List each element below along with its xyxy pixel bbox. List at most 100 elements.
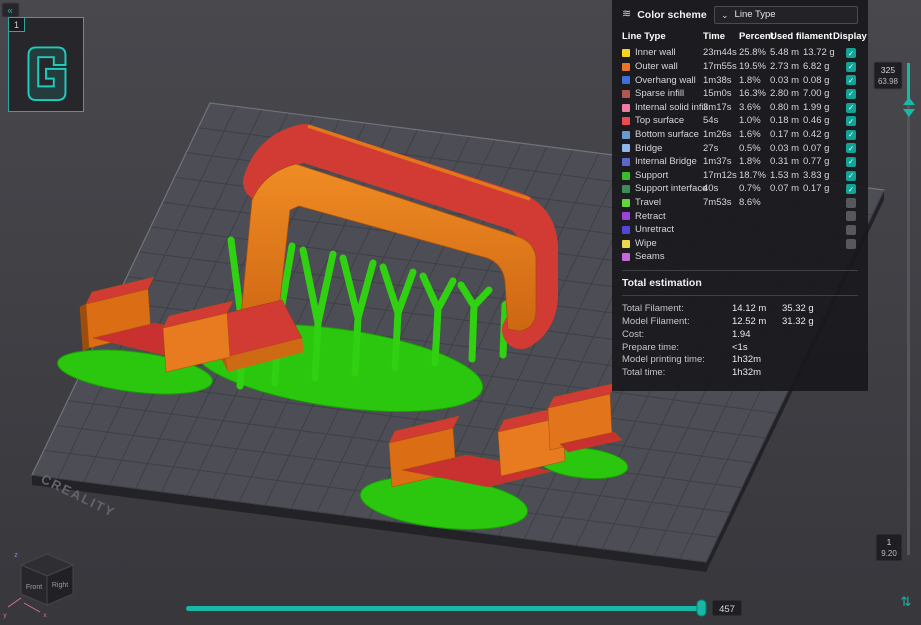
time-value: 1m26s (703, 129, 739, 140)
total-label: Model printing time: (622, 354, 732, 365)
color-swatch (622, 185, 630, 193)
line-type-label: Support (635, 170, 703, 181)
collapse-glyph: « (7, 6, 13, 17)
header-time: Time (703, 31, 739, 42)
time-value: 1m38s (703, 75, 739, 86)
display-checkbox[interactable]: ✓ (846, 62, 856, 72)
time-value: 23m44s (703, 47, 739, 58)
line-type-label: Unretract (635, 224, 703, 235)
total-value-1: 1.94 (732, 329, 782, 340)
slicer-preview-window: CREALITY (0, 0, 921, 625)
step-slider-handle[interactable] (697, 600, 706, 616)
color-scheme-dropdown[interactable]: ⌄ Line Type (714, 6, 858, 24)
total-value-1: <1s (732, 342, 782, 353)
view-cube-front-label[interactable]: Front (26, 584, 42, 591)
line-type-label: Support interface (635, 183, 703, 194)
filament-weight-value: 0.42 g (803, 129, 833, 140)
panel-title: Color scheme (637, 9, 706, 22)
color-swatch (622, 117, 630, 125)
display-checkbox[interactable]: ✓ (846, 89, 856, 99)
percent-value: 18.7% (739, 170, 770, 181)
display-checkbox[interactable] (846, 239, 856, 249)
filament-length-value: 0.17 m (770, 129, 803, 140)
collapse-panel-icon[interactable]: « (2, 3, 19, 17)
view-cube-right-label[interactable]: Right (52, 582, 68, 589)
filament-weight-value: 13.72 g (803, 47, 833, 58)
percent-value: 16.3% (739, 88, 770, 99)
color-swatch (622, 63, 630, 71)
percent-value: 1.6% (739, 129, 770, 140)
time-value: 15m0s (703, 88, 739, 99)
layer-slider-range (907, 63, 910, 99)
filament-weight-value: 0.17 g (803, 183, 833, 194)
line-type-label: Overhang wall (635, 75, 703, 86)
percent-value: 1.8% (739, 156, 770, 167)
percent-value: 0.5% (739, 143, 770, 154)
filament-weight-value: 6.82 g (803, 61, 833, 72)
color-swatch (622, 144, 630, 152)
layer-top-number: 325 (881, 65, 895, 75)
display-checkbox[interactable]: ✓ (846, 116, 856, 126)
color-swatch (622, 49, 630, 57)
header-display: Display (833, 31, 868, 42)
color-scheme-panel: ≋ Color scheme ⌄ Line Type Line Type Tim… (612, 0, 868, 391)
table-row: Support interface40s0.7%0.07 m0.17 g✓ (622, 182, 858, 196)
total-row: Model printing time:1h32m (622, 354, 858, 367)
percent-value: 19.5% (739, 61, 770, 72)
filament-weight-value: 1.99 g (803, 102, 833, 113)
display-checkbox[interactable]: ✓ (846, 48, 856, 58)
display-checkbox[interactable]: ✓ (846, 75, 856, 85)
display-checkbox[interactable] (846, 211, 856, 221)
display-checkbox[interactable]: ✓ (846, 184, 856, 194)
total-row: Total time:1h32m (622, 366, 858, 379)
total-row: Model Filament:12.52 m31.32 g (622, 315, 858, 328)
table-row: Wipe (622, 237, 858, 251)
display-checkbox[interactable] (846, 225, 856, 235)
table-row: Overhang wall1m38s1.8%0.03 m0.08 g✓ (622, 74, 858, 88)
layer-slider-track[interactable] (907, 63, 910, 555)
table-row: Top surface54s1.0%0.18 m0.46 g✓ (622, 114, 858, 128)
color-swatch (622, 90, 630, 98)
percent-value: 0.7% (739, 183, 770, 194)
time-value: 54s (703, 115, 739, 126)
filament-weight-value: 0.46 g (803, 115, 833, 126)
panel-header: ≋ Color scheme ⌄ Line Type (622, 6, 858, 24)
percent-value: 25.8% (739, 47, 770, 58)
time-value: 1m37s (703, 156, 739, 167)
time-value: 17m12s (703, 170, 739, 181)
filament-length-value: 0.31 m (770, 156, 803, 167)
time-value: 27s (703, 143, 739, 154)
total-label: Prepare time: (622, 342, 732, 353)
line-type-label: Internal Bridge (635, 156, 703, 167)
display-checkbox[interactable]: ✓ (846, 130, 856, 140)
scroll-layers-icon[interactable]: ⇅ (901, 594, 912, 609)
filament-length-value: 5.48 m (770, 47, 803, 58)
table-row: Inner wall23m44s25.8%5.48 m13.72 g✓ (622, 46, 858, 60)
filament-length-value: 0.07 m (770, 183, 803, 194)
filament-length-value: 0.03 m (770, 143, 803, 154)
chevron-down-icon: ⌄ (721, 10, 729, 21)
color-swatch (622, 226, 630, 234)
line-type-label: Bottom surface (635, 129, 703, 140)
display-checkbox[interactable]: ✓ (846, 171, 856, 181)
table-row: Bottom surface1m26s1.6%0.17 m0.42 g ✓ (622, 128, 858, 142)
table-row: Support17m12s18.7%1.53 m3.83 g✓ (622, 169, 858, 183)
line-type-label: Seams (635, 251, 703, 262)
color-swatch (622, 76, 630, 84)
display-checkbox[interactable] (846, 198, 856, 208)
total-label: Total Filament: (622, 303, 732, 314)
display-checkbox[interactable]: ✓ (846, 103, 856, 113)
line-type-table-body: Inner wall23m44s25.8%5.48 m13.72 g✓Outer… (622, 46, 858, 264)
display-checkbox[interactable]: ✓ (846, 143, 856, 153)
display-checkbox[interactable]: ✓ (846, 157, 856, 167)
plate-thumbnail[interactable]: 1 (8, 17, 84, 112)
dropdown-value: Line Type (735, 9, 776, 20)
line-type-label: Internal solid infill (635, 102, 703, 113)
step-slider-track[interactable] (186, 606, 702, 611)
color-swatch (622, 131, 630, 139)
table-header-row: Line Type Time Percent Used filament Dis… (622, 31, 858, 42)
layer-bottom-height: 9.20 (881, 549, 897, 558)
filament-length-value: 0.03 m (770, 75, 803, 86)
filament-weight-value: 7.00 g (803, 88, 833, 99)
percent-value: 3.6% (739, 102, 770, 113)
